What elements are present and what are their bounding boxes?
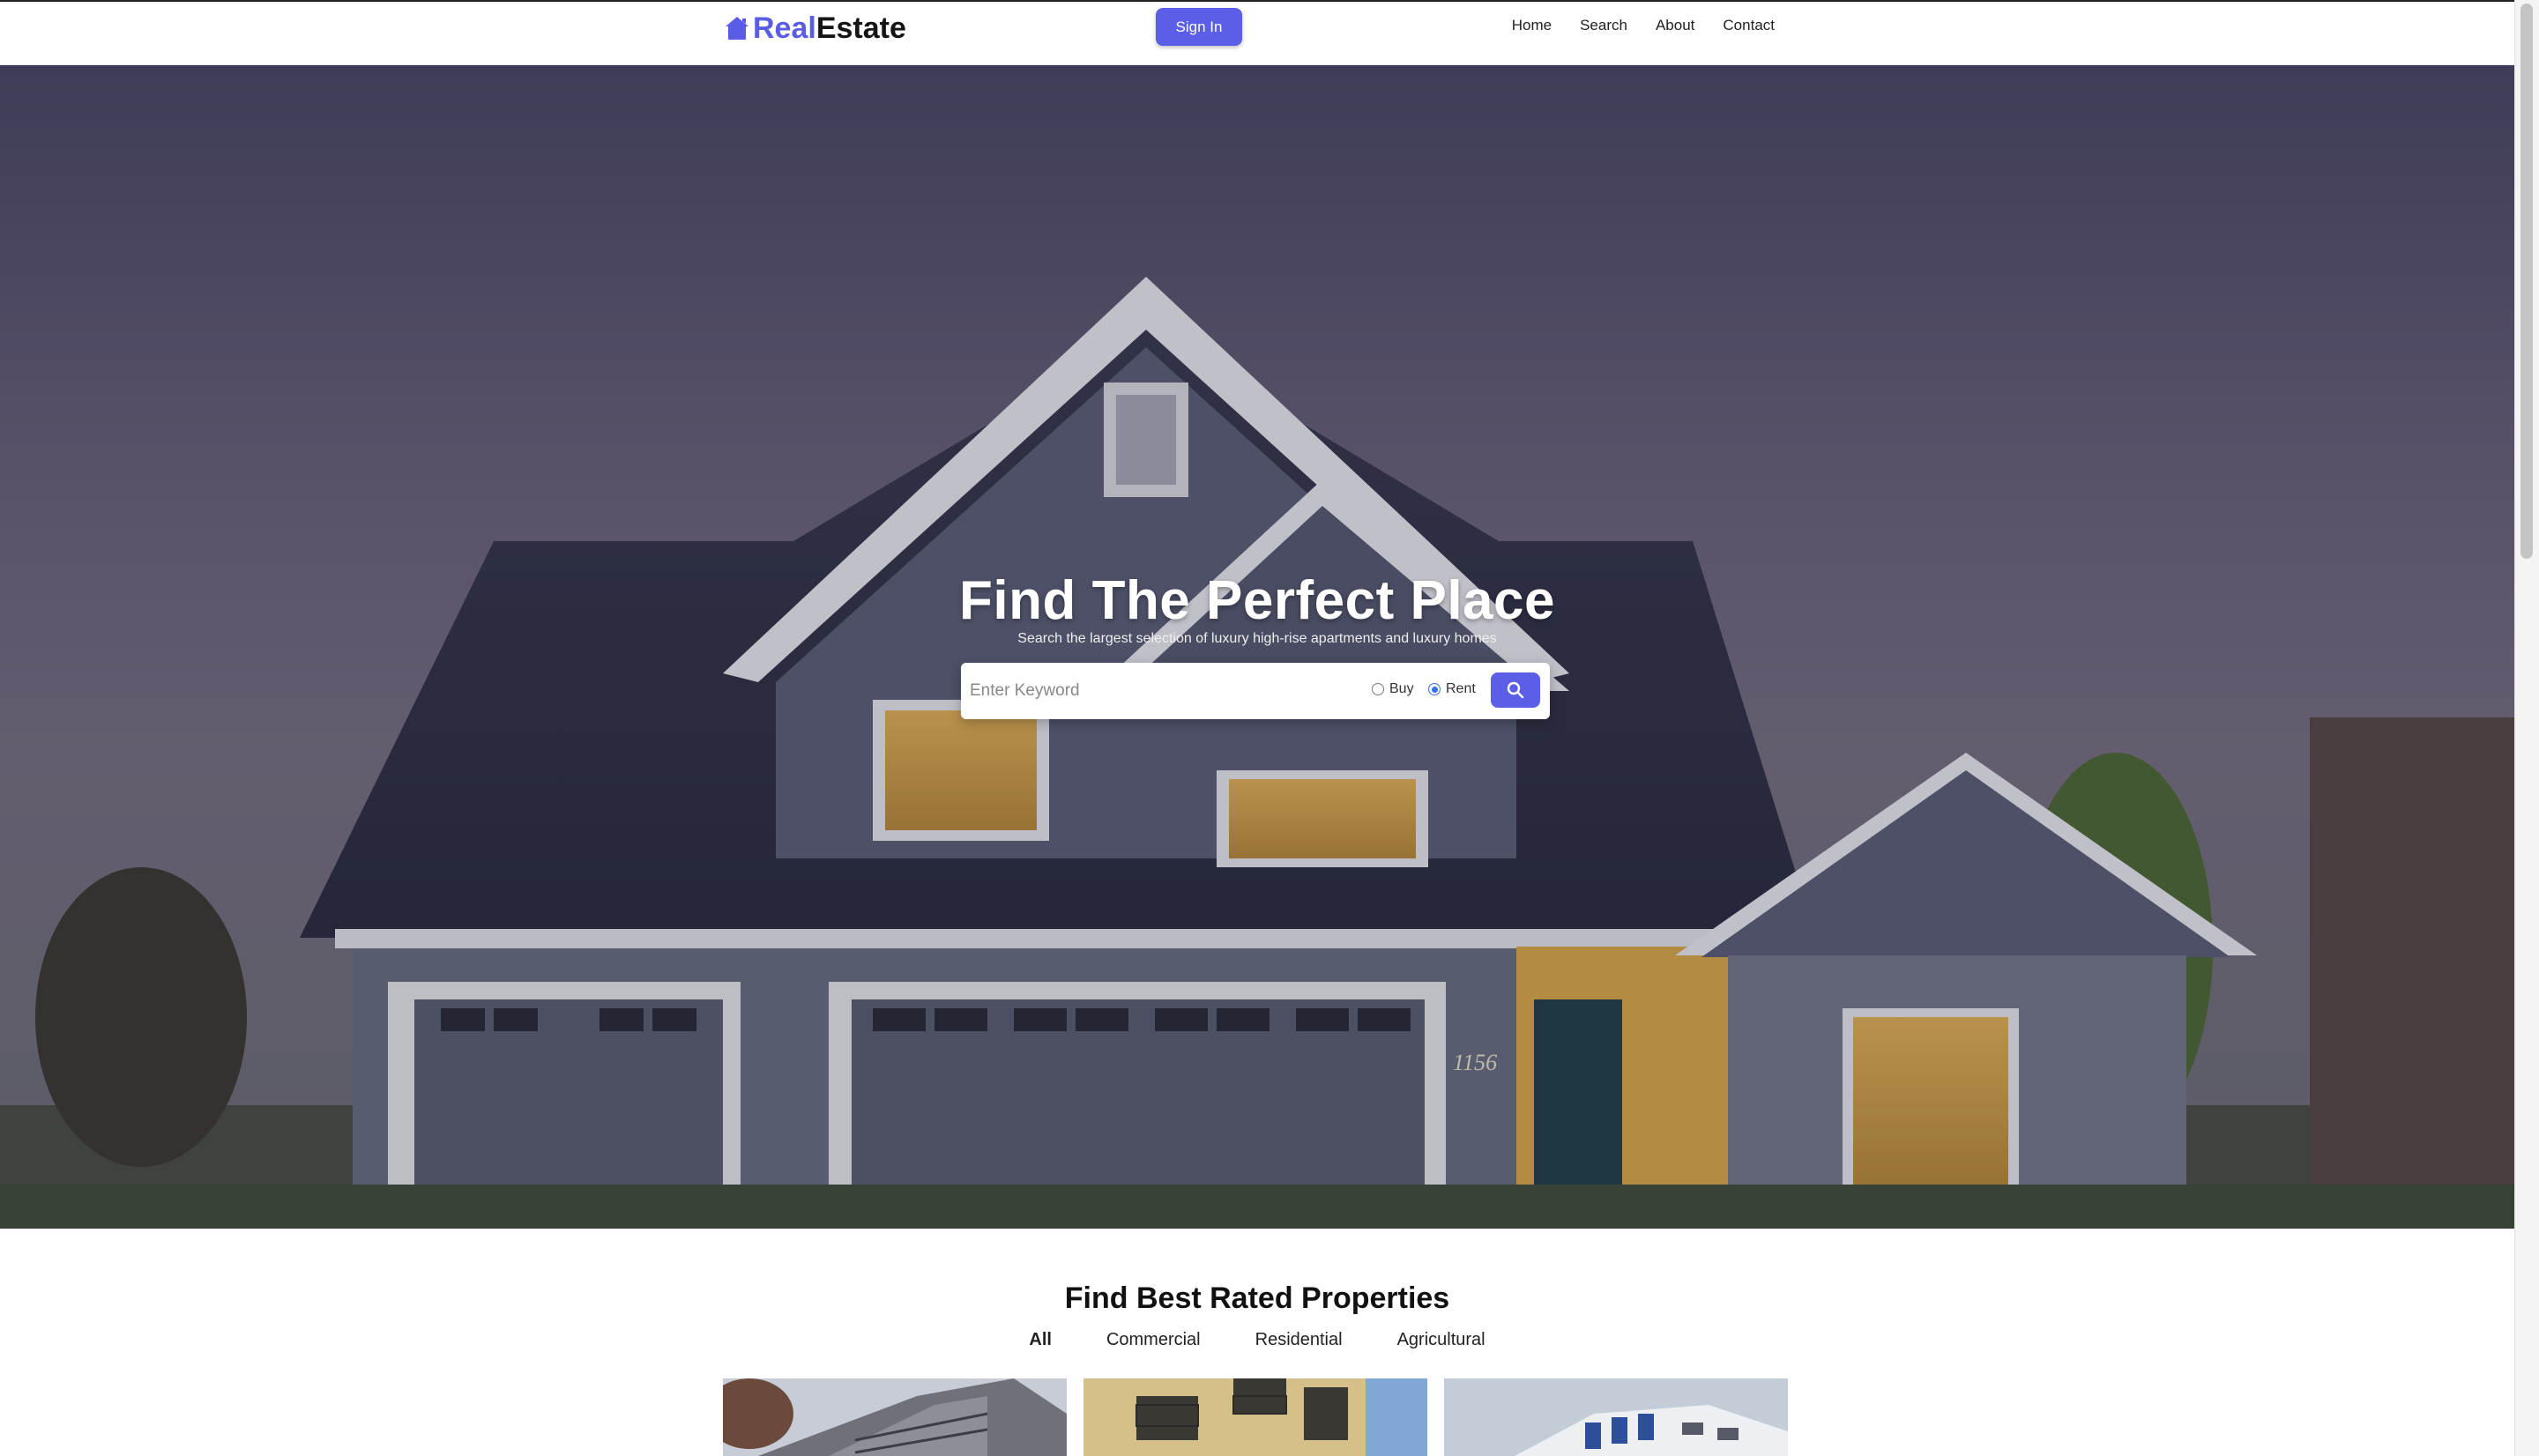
search-button[interactable] bbox=[1491, 672, 1540, 708]
rent-radio[interactable]: Rent bbox=[1428, 681, 1476, 697]
hero-subtitle: Search the largest selection of luxury h… bbox=[1017, 631, 1497, 646]
buy-radio[interactable]: Buy bbox=[1372, 681, 1414, 697]
rent-radio-indicator[interactable] bbox=[1428, 683, 1441, 695]
nav-contact[interactable]: Contact bbox=[1723, 17, 1775, 34]
buy-radio-indicator[interactable] bbox=[1372, 683, 1384, 695]
nav-search[interactable]: Search bbox=[1580, 17, 1627, 34]
brand-logo[interactable]: Real Estate bbox=[723, 9, 906, 48]
sign-in-button[interactable]: Sign In bbox=[1156, 8, 1242, 46]
property-card[interactable] bbox=[1083, 1378, 1427, 1456]
properties-title: Find Best Rated Properties bbox=[1064, 1281, 1450, 1315]
hero-section: 1156 Find The Perfect Place Search the l… bbox=[0, 65, 2514, 1229]
scrollbar-thumb[interactable] bbox=[2520, 4, 2533, 559]
property-image bbox=[723, 1378, 1067, 1456]
brand-name-real: Real bbox=[753, 11, 816, 45]
header: Real Estate Sign In Home Search About Co… bbox=[0, 0, 2514, 65]
page-scrollbar[interactable] bbox=[2514, 0, 2539, 1456]
search-bar: Buy Rent bbox=[961, 663, 1550, 719]
filter-residential[interactable]: Residential bbox=[1255, 1330, 1343, 1350]
search-icon bbox=[1507, 681, 1524, 699]
brand-name-estate: Estate bbox=[815, 11, 906, 45]
hero-title: Find The Perfect Place bbox=[959, 570, 1555, 631]
hero-overlay bbox=[0, 65, 2514, 1229]
filter-agricultural[interactable]: Agricultural bbox=[1397, 1330, 1485, 1350]
house-icon bbox=[726, 17, 748, 40]
property-card[interactable] bbox=[1444, 1378, 1788, 1456]
page: Real Estate Sign In Home Search About Co… bbox=[0, 0, 2514, 1456]
nav-about[interactable]: About bbox=[1656, 17, 1694, 34]
rent-radio-label: Rent bbox=[1446, 681, 1476, 696]
main-nav: Home Search About Contact bbox=[1512, 17, 1775, 34]
property-card[interactable] bbox=[723, 1378, 1067, 1456]
filter-all[interactable]: All bbox=[1029, 1330, 1052, 1350]
property-filters: All Commercial Residential Agricultural bbox=[0, 1330, 2514, 1350]
property-image bbox=[1083, 1378, 1427, 1456]
search-input[interactable] bbox=[970, 675, 1340, 707]
buy-radio-label: Buy bbox=[1389, 681, 1414, 696]
nav-home[interactable]: Home bbox=[1512, 17, 1552, 34]
property-image bbox=[1444, 1378, 1788, 1456]
filter-commercial[interactable]: Commercial bbox=[1106, 1330, 1201, 1350]
